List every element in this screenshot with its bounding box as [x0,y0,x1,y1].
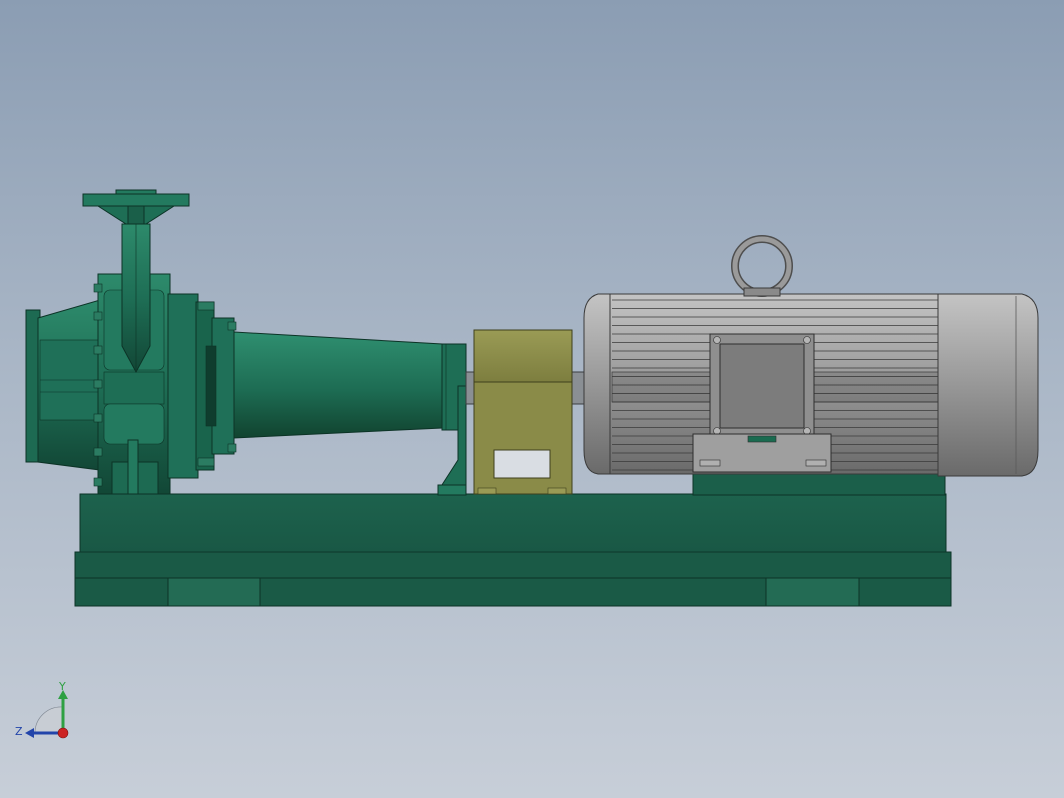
bearing-housing[interactable] [233,331,467,439]
motor-pedestal[interactable] [692,471,946,496]
inspection-window [493,449,551,479]
z-axis-label: Z [15,725,23,738]
orientation-triad: Y Z [15,680,69,739]
coupling-guard[interactable] [473,329,573,495]
y-axis-label: Y [58,680,66,693]
lifting-eye[interactable] [731,235,793,297]
base-frame[interactable] [74,493,952,607]
electric-motor[interactable] [583,293,1039,477]
x-axis-dot [57,727,69,739]
cad-viewport[interactable] [0,0,1064,798]
